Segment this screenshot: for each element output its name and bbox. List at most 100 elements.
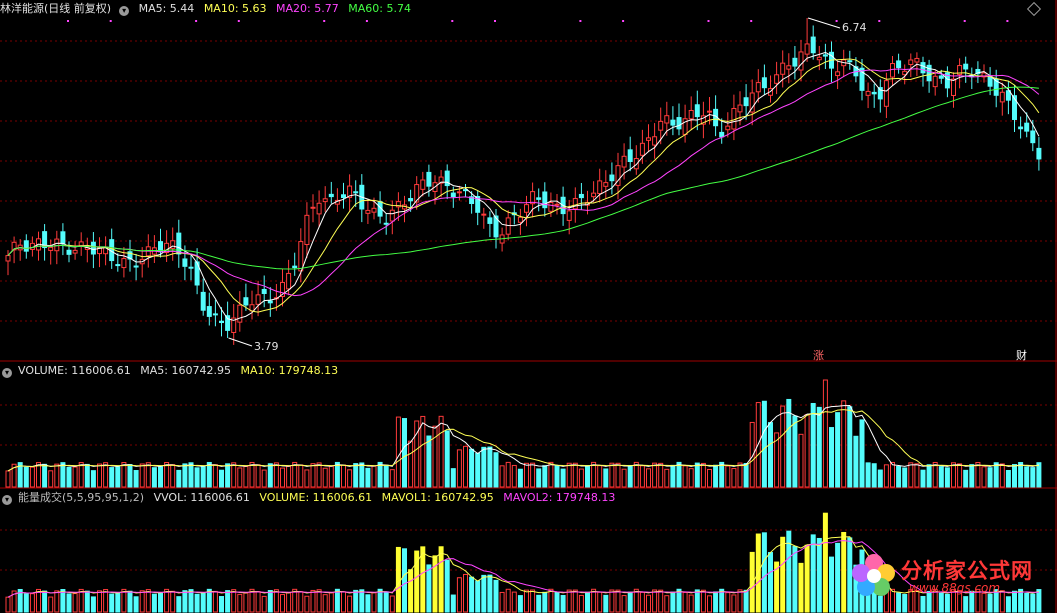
volume-bar [883, 464, 889, 488]
candle-body [450, 192, 456, 198]
volume-bar [231, 462, 237, 488]
volume-bar [676, 461, 682, 488]
candle-body [212, 313, 218, 316]
indicator-bar [97, 590, 102, 613]
volume-bar [682, 465, 688, 488]
volume-bar [432, 425, 438, 488]
volume-bar [926, 464, 932, 488]
low-marker-line [228, 337, 253, 347]
indicator-bar [194, 593, 200, 613]
indicator-bar [639, 591, 645, 613]
indicator-bar [127, 590, 133, 613]
kline-chart-canvas[interactable] [0, 0, 1057, 613]
volume-bar [200, 466, 206, 488]
candle-body [804, 43, 810, 55]
volume-bar [353, 463, 359, 488]
volume-bar [261, 469, 267, 488]
candle-body [621, 155, 627, 168]
volume-bar [219, 469, 224, 488]
indicator-bar [243, 592, 249, 613]
ma10-label: MA10: 5.63 [203, 2, 267, 15]
candle-body [780, 62, 786, 75]
volume-bar [920, 469, 926, 488]
indicator-bar [792, 545, 798, 613]
indicator-bar [536, 594, 542, 613]
signal-dot [365, 20, 368, 22]
mavol1-label: MAVOL1: 160742.95 [381, 491, 494, 504]
indicator-bar [591, 588, 597, 613]
candle-body [78, 241, 84, 247]
indicator-bar [609, 589, 615, 613]
indicator-bar [426, 564, 432, 613]
volume-dropdown-icon[interactable]: ▾ [2, 368, 12, 378]
volume-bar [90, 470, 96, 488]
event-marker-zhang[interactable]: 涨 [813, 347, 824, 363]
volume-bar [548, 461, 554, 488]
event-marker-cai[interactable]: 财 [1016, 347, 1027, 363]
volume-bar [597, 465, 603, 488]
candle-body [182, 258, 188, 267]
indicator-bar [66, 593, 72, 613]
candle-body [963, 63, 969, 70]
candle-body [694, 104, 700, 118]
volume-bar [334, 461, 340, 488]
candle-body [658, 120, 664, 131]
volume-bar [603, 468, 609, 488]
indicator-bar [810, 534, 816, 613]
indicator-bar [487, 574, 493, 613]
candle-body [353, 191, 359, 194]
volume-bar [151, 467, 157, 488]
volume-bar [286, 465, 292, 488]
volume-bar [1024, 466, 1030, 488]
candle-body [371, 207, 377, 213]
indicator-bar [212, 590, 218, 613]
indicator-bar [48, 596, 54, 613]
candle-body [72, 249, 78, 254]
candle-body [341, 194, 346, 198]
indicator-name: 能量成交(5,5,95,95,1,2) [18, 491, 145, 504]
indicator-bar [530, 589, 536, 613]
indicator-bar [768, 552, 773, 613]
candle-body [676, 117, 682, 130]
candle-body [286, 272, 292, 290]
volume-bar [639, 465, 645, 488]
indicator-bar [822, 512, 828, 613]
volume-bar [267, 463, 273, 488]
indicator-dropdown-icon[interactable]: ▾ [2, 495, 12, 505]
indicator-bar [450, 594, 456, 613]
volume-bar [633, 461, 639, 488]
volume-bar [896, 465, 902, 488]
indicator-bar [713, 591, 719, 613]
candle-body [1030, 130, 1036, 144]
candle-body [426, 171, 432, 187]
candle-body [810, 36, 816, 54]
indicator-bar [377, 588, 383, 613]
candle-body [176, 232, 182, 255]
ma20-label: MA20: 5.77 [276, 2, 339, 15]
candle-body [5, 255, 11, 262]
indicator-bar [578, 594, 584, 613]
candle-body [261, 288, 267, 294]
volume-bar [383, 464, 389, 488]
indicator-bar [646, 594, 651, 613]
volume-bar [493, 452, 499, 488]
candle-body [328, 193, 334, 198]
settings-dropdown-icon[interactable]: ▾ [119, 6, 130, 16]
candle-body [408, 198, 414, 202]
volume-bar [993, 462, 999, 488]
candle-body [121, 258, 127, 269]
indicator-bar [42, 590, 48, 613]
signal-dot [878, 20, 881, 22]
volume-bar [719, 461, 725, 488]
volume-bar [389, 469, 395, 488]
indicator-bar [841, 531, 847, 613]
volume-bar [139, 463, 145, 488]
indicator-bar [761, 532, 767, 613]
candle-body [652, 136, 658, 146]
indicator-bar [267, 590, 273, 613]
indicator-bar [688, 594, 694, 613]
indicator-bar [78, 588, 84, 613]
volume-bar [871, 463, 877, 488]
volume-bar [365, 467, 371, 488]
volume-ma10-label: MA10: 179748.13 [240, 364, 339, 377]
